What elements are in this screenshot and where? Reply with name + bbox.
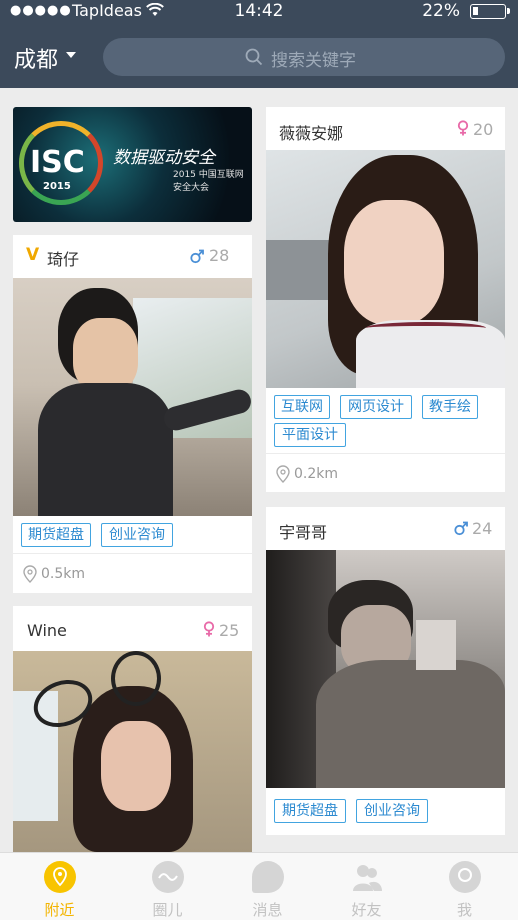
battery-percent: 22% (422, 1, 460, 21)
user-photo[interactable] (266, 150, 505, 388)
divider (266, 453, 505, 454)
user-name: 琦仔 (47, 250, 80, 269)
banner-title: 数据驱动安全 (113, 148, 215, 168)
banner-logo-text: ISC (30, 145, 85, 180)
user-name: 薇薇安娜 (279, 124, 344, 143)
user-photo[interactable] (266, 550, 505, 788)
female-icon (203, 621, 215, 637)
city-selector[interactable]: 成都 (14, 42, 58, 74)
location-pin-icon (276, 465, 290, 483)
tab-label: 附近 (44, 901, 75, 919)
bottom-tab-bar: 附近 圈儿 消息 好友 我 (0, 852, 518, 920)
search-placeholder: 搜索关键字 (271, 51, 356, 71)
app-header: ●●●●● TapIdeas 14:42 22% 成都 搜索关键字 (0, 0, 518, 88)
user-icon (449, 861, 481, 893)
user-card[interactable]: 薇薇安娜 20 互联网 网页设计 教手绘 平面设计 0.2km (266, 107, 505, 492)
user-age: 24 (472, 519, 493, 538)
user-age: 25 (219, 621, 240, 640)
tab-me[interactable]: 我 (413, 853, 516, 920)
tab-label: 好友 (351, 901, 382, 919)
chevron-down-icon[interactable] (66, 52, 76, 58)
banner-subtitle: 2015 中国互联网安全大会 (173, 170, 244, 193)
tag[interactable]: 平面设计 (274, 423, 346, 447)
user-card[interactable]: 宇哥哥 24 期货超盘 创业咨询 (266, 507, 505, 835)
male-icon (190, 249, 204, 264)
divider (13, 553, 252, 554)
tab-friends[interactable]: 好友 (315, 853, 418, 920)
distance: 0.2km (294, 466, 339, 482)
tag[interactable]: 期货超盘 (274, 799, 346, 823)
location-icon (44, 861, 76, 893)
tag[interactable]: 创业咨询 (356, 799, 428, 823)
user-name: Wine (27, 621, 67, 640)
female-icon (457, 120, 469, 136)
status-bar: ●●●●● TapIdeas 14:42 22% (0, 0, 518, 24)
user-card[interactable]: V 琦仔 28 期货超盘 创业咨询 0.5km (13, 235, 252, 593)
user-age: 28 (209, 246, 230, 265)
chat-bubble-icon (252, 861, 284, 893)
tag[interactable]: 期货超盘 (21, 523, 91, 547)
tab-label: 我 (456, 901, 472, 919)
battery-icon (470, 4, 510, 19)
tab-messages[interactable]: 消息 (216, 853, 319, 920)
user-card[interactable]: Wine 25 (13, 606, 252, 852)
user-name: 宇哥哥 (279, 523, 328, 542)
male-icon (454, 521, 468, 536)
search-input[interactable]: 搜索关键字 (103, 38, 505, 76)
tag[interactable]: 创业咨询 (101, 523, 173, 547)
tag[interactable]: 网页设计 (340, 395, 412, 419)
verified-badge-icon: V (26, 245, 40, 265)
isc-banner[interactable]: ISC 2015 数据驱动安全 2015 中国互联网安全大会 (13, 107, 252, 222)
user-photo[interactable] (13, 651, 252, 852)
location-pin-icon (23, 565, 37, 583)
circle-wave-icon (152, 861, 184, 893)
user-age: 20 (473, 120, 494, 139)
user-photo[interactable] (13, 278, 252, 516)
tab-label: 圈儿 (152, 901, 183, 919)
tab-nearby[interactable]: 附近 (8, 853, 111, 920)
distance: 0.5km (41, 566, 86, 582)
tab-label: 消息 (252, 901, 283, 919)
search-icon (245, 48, 263, 66)
tab-circles[interactable]: 圈儿 (116, 853, 219, 920)
tag[interactable]: 教手绘 (422, 395, 478, 419)
friends-icon (351, 861, 383, 893)
banner-year: 2015 (43, 181, 71, 192)
tag[interactable]: 互联网 (274, 395, 330, 419)
